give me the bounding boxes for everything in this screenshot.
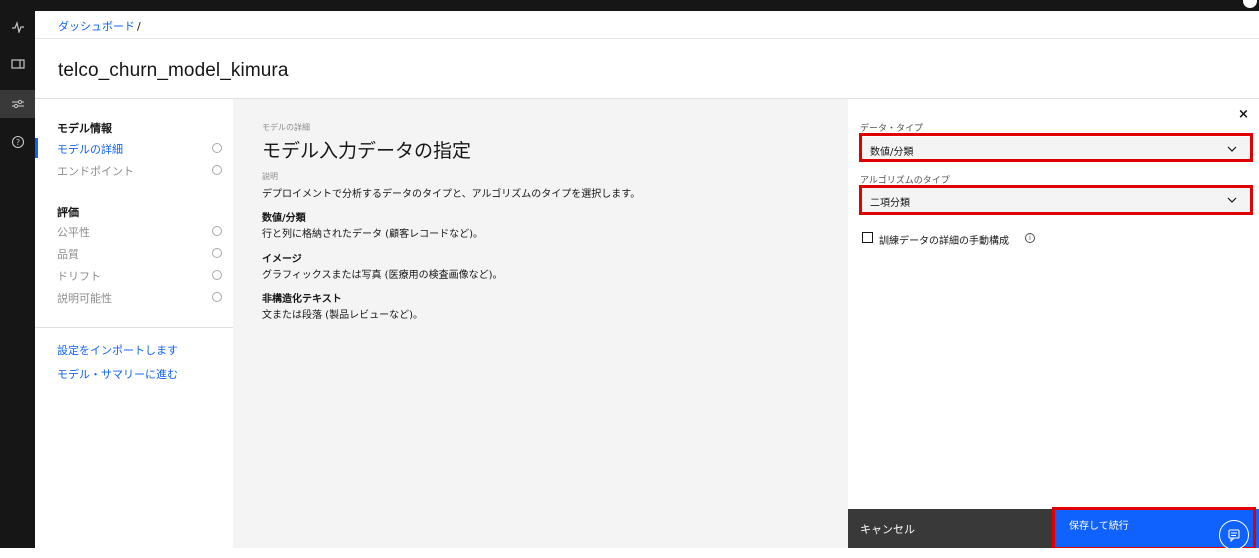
nav-item-label: 品質 xyxy=(57,248,79,261)
status-circle-icon xyxy=(212,143,222,153)
chevron-down-icon xyxy=(1227,146,1237,152)
type-text-text: 文または段落 (製品レビューなど)。 xyxy=(262,310,423,321)
manual-config-checkbox[interactable] xyxy=(862,232,873,243)
type-text-numeric: 行と列に格納されたデータ (顧客レコードなど)。 xyxy=(262,229,483,240)
type-heading-image: イメージ xyxy=(262,254,302,265)
form-panel: × データ・タイプ 数値/分類 アルゴリズムのタイプ 二項分類 訓練データの詳細… xyxy=(848,99,1259,548)
nav-item-label: 公平性 xyxy=(57,226,90,239)
nav-item-explainability[interactable]: 説明可能性 xyxy=(35,287,233,307)
import-settings-link[interactable]: 設定をインポートします xyxy=(57,342,178,358)
profile-icon[interactable] xyxy=(1243,0,1257,8)
status-circle-icon xyxy=(212,292,222,302)
panel-eyebrow: モデルの詳細 xyxy=(262,123,310,132)
nav-item-label: エンドポイント xyxy=(57,165,134,178)
left-rail: ? xyxy=(0,11,35,548)
nav-item-drift[interactable]: ドリフト xyxy=(35,265,233,285)
help-icon[interactable]: ? xyxy=(0,128,35,156)
status-circle-icon xyxy=(212,226,222,236)
type-text-image: グラフィックスまたは写真 (医療用の検査画像など)。 xyxy=(262,270,503,281)
svg-text:?: ? xyxy=(15,138,19,147)
algorithm-type-select[interactable]: 二項分類 xyxy=(860,188,1251,213)
go-to-model-summary-link[interactable]: モデル・サマリーに進む xyxy=(57,366,178,382)
description-label: 説明 xyxy=(262,172,278,181)
settings-sliders-icon[interactable] xyxy=(0,90,35,118)
type-heading-text: 非構造化テキスト xyxy=(262,294,342,305)
nav-item-quality[interactable]: 品質 xyxy=(35,243,233,263)
breadcrumb-separator: / xyxy=(137,20,141,33)
breadcrumb: ダッシュボード / xyxy=(58,18,141,34)
nav-section-model-info: モデル情報 xyxy=(57,122,112,135)
chat-icon[interactable] xyxy=(1219,520,1249,550)
nav-item-label: モデルの詳細 xyxy=(57,143,123,156)
panel-title: モデル入力データの指定 xyxy=(262,140,472,162)
breadcrumb-dashboard-link[interactable]: ダッシュボード xyxy=(58,20,135,33)
data-type-value: 数値/分類 xyxy=(870,147,914,158)
side-nav: モデル情報 モデルの詳細 エンドポイント 評価 公平性 品質 ドリフト 説明可能… xyxy=(35,99,233,548)
top-bar xyxy=(0,0,1259,11)
header-divider xyxy=(35,38,1259,39)
nav-item-model-details[interactable]: モデルの詳細 xyxy=(35,138,233,158)
status-circle-icon xyxy=(212,165,222,175)
close-icon[interactable]: × xyxy=(1238,107,1249,122)
nav-item-endpoint[interactable]: エンドポイント xyxy=(35,160,233,180)
manual-config-label: 訓練データの詳細の手動構成 xyxy=(879,236,1009,247)
nav-item-label: 説明可能性 xyxy=(57,292,112,305)
catalog-icon[interactable] xyxy=(0,50,35,78)
cancel-button[interactable]: キャンセル xyxy=(848,509,1053,548)
nav-divider xyxy=(35,327,233,328)
algorithm-type-label: アルゴリズムのタイプ xyxy=(860,176,950,186)
type-heading-numeric: 数値/分類 xyxy=(262,213,306,224)
activity-icon[interactable] xyxy=(0,13,35,41)
nav-item-label: ドリフト xyxy=(57,270,101,283)
info-icon[interactable]: i xyxy=(1025,233,1035,243)
nav-section-evaluation: 評価 xyxy=(57,206,79,219)
status-circle-icon xyxy=(212,270,222,280)
algorithm-type-value: 二項分類 xyxy=(870,198,910,209)
data-type-label: データ・タイプ xyxy=(860,124,924,134)
status-circle-icon xyxy=(212,248,222,258)
page-title: telco_churn_model_kimura xyxy=(58,60,289,81)
chevron-down-icon xyxy=(1227,197,1237,203)
nav-item-fairness[interactable]: 公平性 xyxy=(35,221,233,241)
description-text: デプロイメントで分析するデータのタイプと、アルゴリズムのタイプを選択します。 xyxy=(262,189,641,200)
description-panel: モデルの詳細 モデル入力データの指定 説明 デプロイメントで分析するデータのタイ… xyxy=(233,99,848,548)
data-type-select[interactable]: 数値/分類 xyxy=(860,137,1251,162)
bottom-strip xyxy=(0,548,1259,558)
